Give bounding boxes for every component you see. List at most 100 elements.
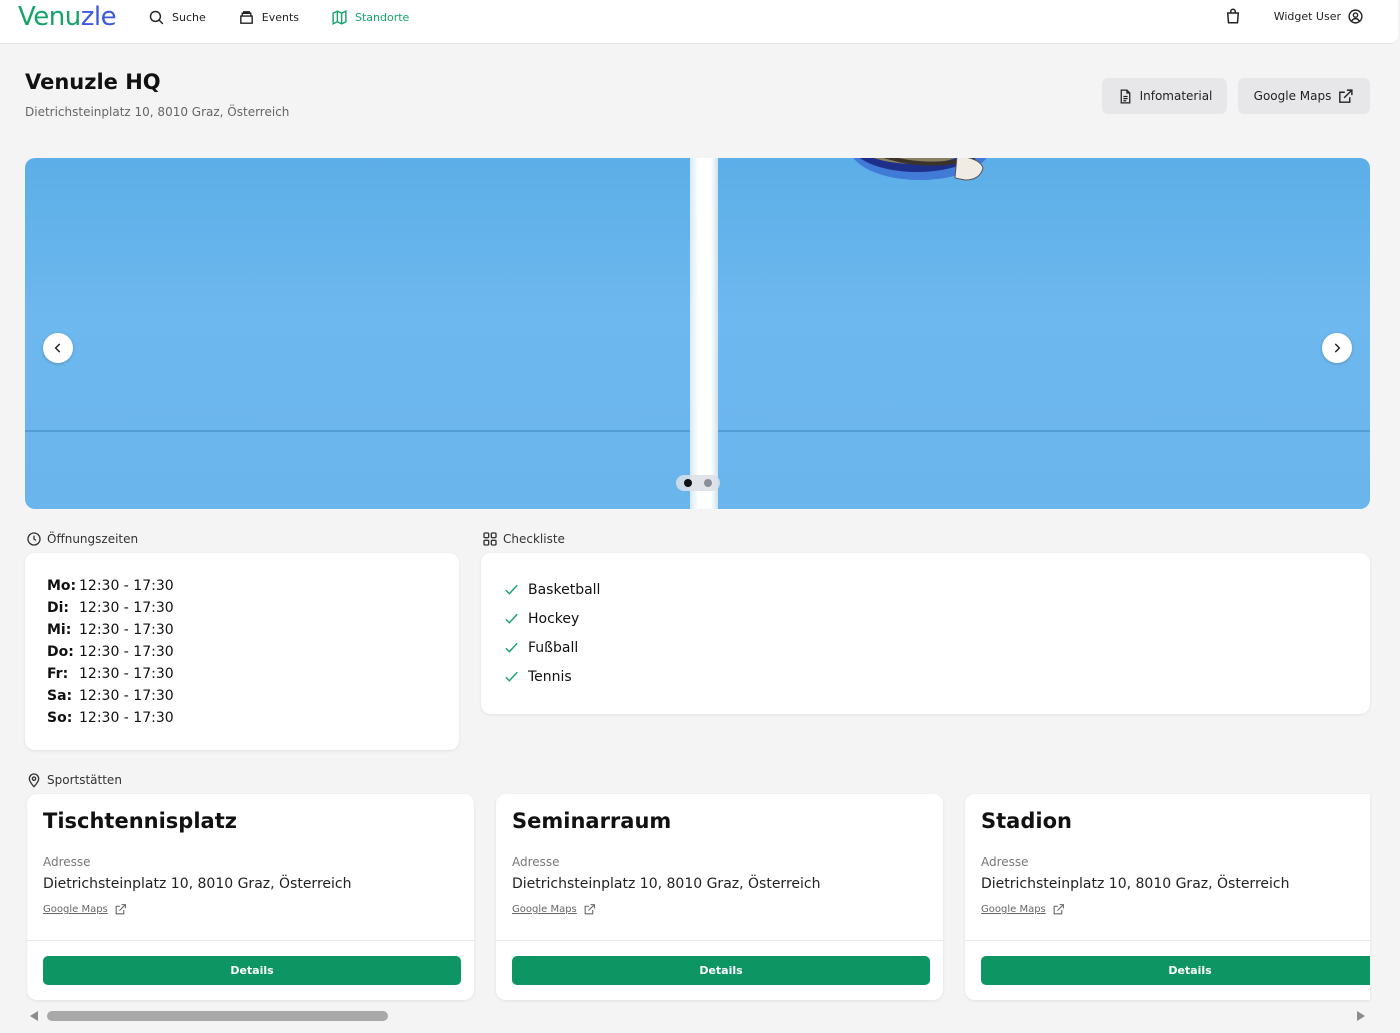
shopping-bag-icon[interactable] xyxy=(1224,7,1242,25)
carousel-next-button[interactable] xyxy=(1322,333,1352,363)
carousel-indicator xyxy=(676,475,720,491)
facility-card: Stadion Adresse Dietrichsteinplatz 10, 801… xyxy=(965,794,1370,1000)
external-link-icon xyxy=(1339,88,1353,103)
facility-address: Dietrichsteinplatz 10, 8010 Graz, Österr… xyxy=(981,876,1290,892)
court-center-line xyxy=(690,158,718,509)
checkmark-icon xyxy=(505,671,518,682)
main-nav: Suche Events Standorte xyxy=(148,7,441,27)
facility-address-label: Adresse xyxy=(981,855,1029,869)
external-link-icon xyxy=(1053,904,1064,915)
hours-day: Fr: xyxy=(47,666,69,682)
infomaterial-label: Infomaterial xyxy=(1139,89,1213,103)
facility-address: Dietrichsteinplatz 10, 8010 Graz, Österr… xyxy=(43,876,352,892)
opening-hours-row: Di: 12:30 - 17:30 xyxy=(47,597,437,619)
facility-google-maps-link[interactable]: Google Maps xyxy=(981,903,1065,916)
header-right: Widget User xyxy=(1224,7,1364,25)
checklist-item-label: Hockey xyxy=(528,610,580,627)
nav-standorte-label: Standorte xyxy=(355,10,410,24)
opening-hours-row: Sa: 12:30 - 17:30 xyxy=(47,685,437,707)
grid-icon xyxy=(483,532,497,546)
nav-suche-label: Suche xyxy=(172,10,206,24)
nav-events-label: Events xyxy=(261,10,299,24)
table-tennis-paddle-image xyxy=(853,158,987,181)
facility-google-maps-label: Google Maps xyxy=(43,904,108,915)
user-menu[interactable]: Widget User xyxy=(1274,8,1364,25)
facility-address-label: Adresse xyxy=(43,855,91,869)
checklist-item: Hockey xyxy=(503,604,1348,633)
checklist-item-label: Basketball xyxy=(528,581,601,598)
facility-title: Seminarraum xyxy=(512,809,672,833)
carousel-dot-1[interactable] xyxy=(684,479,692,487)
opening-hours-heading: Öffnungszeiten xyxy=(26,531,138,547)
facility-title: Tischtennisplatz xyxy=(43,809,237,833)
hours-time: 12:30 - 17:30 xyxy=(79,666,174,682)
carousel-dot-2[interactable] xyxy=(704,479,712,487)
map-pin-icon xyxy=(28,773,40,788)
facility-title: Stadion xyxy=(981,809,1072,833)
hours-day: Do: xyxy=(47,644,74,660)
scroll-left-arrow[interactable] xyxy=(30,1011,38,1021)
checklist-item: Fußball xyxy=(503,633,1348,662)
carousel-prev-button[interactable] xyxy=(43,333,73,363)
opening-hours-row: Mo: 12:30 - 17:30 xyxy=(47,575,437,597)
checklist-card: Basketball Hockey Fußball Tennis xyxy=(481,553,1370,714)
facility-google-maps-label: Google Maps xyxy=(512,904,577,915)
logo-text-part: zle xyxy=(80,2,117,32)
facility-address: Dietrichsteinplatz 10, 8010 Graz, Österr… xyxy=(512,876,821,892)
facility-google-maps-link[interactable]: Google Maps xyxy=(43,903,127,916)
facilities-heading: Sportstätten xyxy=(26,772,122,788)
opening-hours-row: Fr: 12:30 - 17:30 xyxy=(47,663,437,685)
user-name: Widget User xyxy=(1273,9,1341,23)
hours-time: 12:30 - 17:30 xyxy=(79,688,174,704)
nav-suche[interactable]: Suche xyxy=(148,7,206,27)
facility-divider xyxy=(27,940,474,941)
chevron-left-icon xyxy=(54,343,61,353)
hours-time: 12:30 - 17:30 xyxy=(79,644,174,660)
search-icon xyxy=(149,10,164,24)
google-maps-button[interactable]: Google Maps xyxy=(1238,78,1370,114)
infomaterial-button[interactable]: Infomaterial xyxy=(1102,78,1227,114)
facility-card: Tischtennisplatz Adresse Dietrichsteinplat… xyxy=(27,794,474,1000)
opening-hours-row: Do: 12:30 - 17:30 xyxy=(47,641,437,663)
top-bar: Venuzle Suche Events Standorte Widget Us… xyxy=(0,0,1398,44)
hours-day: Di: xyxy=(47,600,70,616)
facility-details-button[interactable]: Details xyxy=(512,956,930,985)
clock-icon xyxy=(27,532,41,546)
facility-google-maps-label: Google Maps xyxy=(981,904,1046,915)
nav-standorte[interactable]: Standorte xyxy=(331,7,409,27)
court-marking-right xyxy=(718,430,1370,432)
hours-time: 12:30 - 17:30 xyxy=(79,578,174,594)
user-circle-icon xyxy=(1348,8,1363,24)
opening-hours-label: Öffnungszeiten xyxy=(47,532,139,546)
hours-time: 12:30 - 17:30 xyxy=(79,710,174,726)
page-title: Venuzle HQ xyxy=(25,70,161,94)
horizontal-scrollbar-thumb[interactable] xyxy=(47,1011,388,1021)
checklist-item: Basketball xyxy=(503,575,1348,604)
facility-details-button[interactable]: Details xyxy=(43,956,461,985)
checklist-item-label: Tennis xyxy=(528,668,572,685)
hours-day: Mo: xyxy=(47,578,77,594)
facility-google-maps-link[interactable]: Google Maps xyxy=(512,903,596,916)
external-link-icon xyxy=(584,904,595,915)
checkmark-icon xyxy=(505,642,518,653)
scroll-right-arrow[interactable] xyxy=(1357,1011,1365,1021)
hours-day: So: xyxy=(47,710,73,726)
hours-day: Sa: xyxy=(47,688,73,704)
image-carousel xyxy=(25,158,1370,509)
logo-text-part: Venu xyxy=(18,2,81,32)
court-marking-left xyxy=(25,430,690,432)
nav-events[interactable]: Events xyxy=(238,7,299,27)
checkmark-icon xyxy=(505,584,518,595)
chevron-right-icon xyxy=(1334,343,1341,353)
facilities-label: Sportstätten xyxy=(47,773,122,787)
facility-details-button[interactable]: Details xyxy=(981,956,1370,985)
document-icon xyxy=(1120,88,1130,104)
hours-time: 12:30 - 17:30 xyxy=(79,600,174,616)
map-icon xyxy=(332,9,347,25)
calendar-box-icon xyxy=(239,10,253,24)
external-link-icon xyxy=(115,904,126,915)
hours-time: 12:30 - 17:30 xyxy=(79,622,174,638)
venuzle-logo[interactable]: Venuzle xyxy=(18,0,117,36)
checklist-heading: Checkliste xyxy=(482,531,565,547)
facility-address-label: Adresse xyxy=(512,855,560,869)
